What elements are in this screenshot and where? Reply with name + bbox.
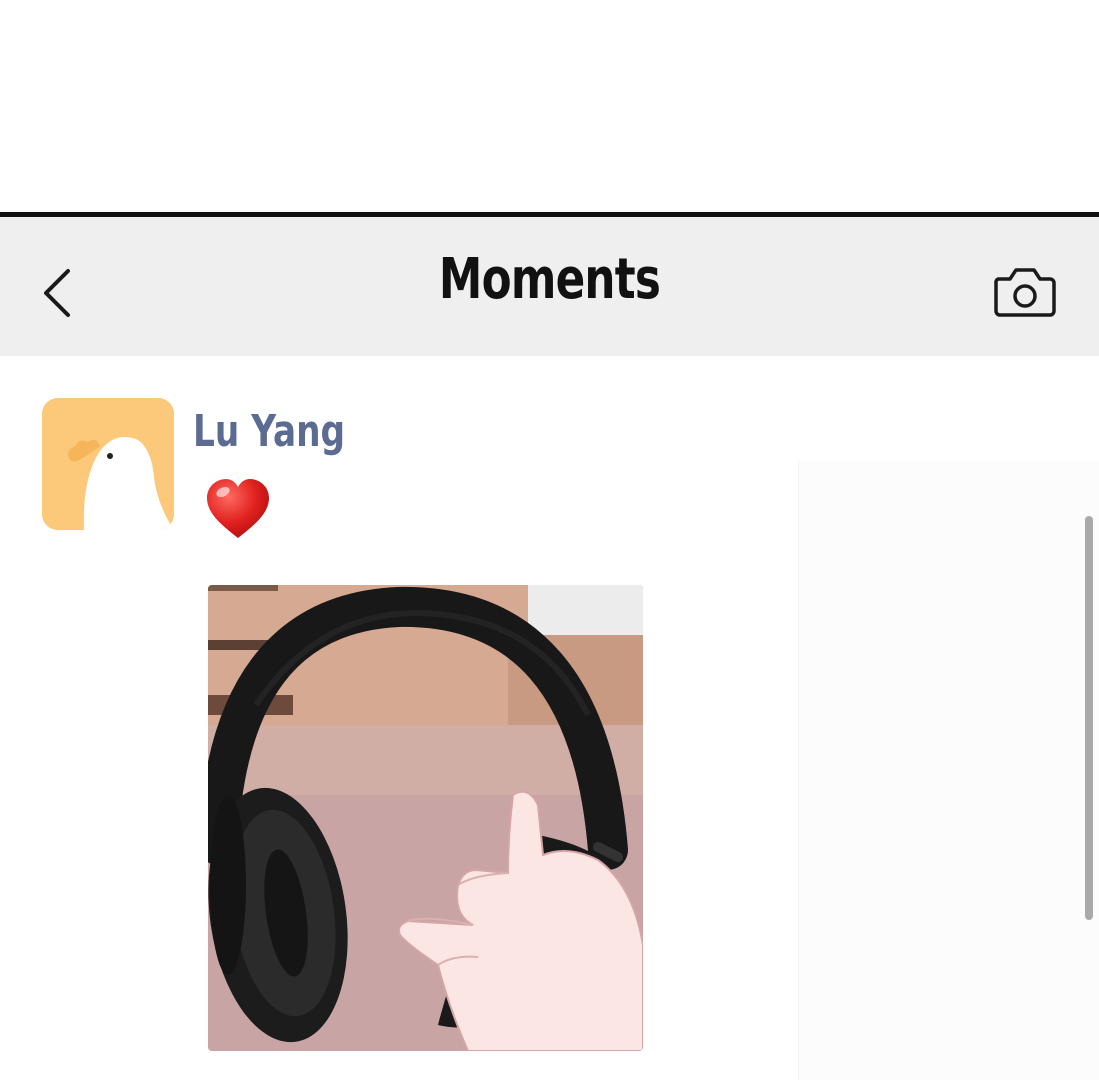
headphones-illustration — [208, 585, 643, 1051]
camera-icon — [994, 268, 1056, 317]
post-image[interactable] — [208, 585, 643, 1051]
top-blank-area — [0, 0, 1099, 212]
avatar[interactable] — [42, 398, 174, 530]
chick-icon — [42, 398, 174, 530]
heart-icon — [207, 479, 269, 538]
author-name[interactable]: Lu Yang — [193, 406, 345, 457]
post-text — [203, 476, 273, 542]
page-title: Moments — [438, 247, 661, 312]
nav-bar: Moments — [0, 217, 1099, 356]
side-panel — [798, 461, 1099, 1080]
chevron-left-icon — [44, 269, 70, 317]
camera-button[interactable] — [990, 265, 1060, 321]
moments-feed: Lu Yang — [0, 356, 1099, 1080]
scrollbar[interactable] — [1085, 516, 1093, 920]
back-button[interactable] — [30, 257, 90, 327]
